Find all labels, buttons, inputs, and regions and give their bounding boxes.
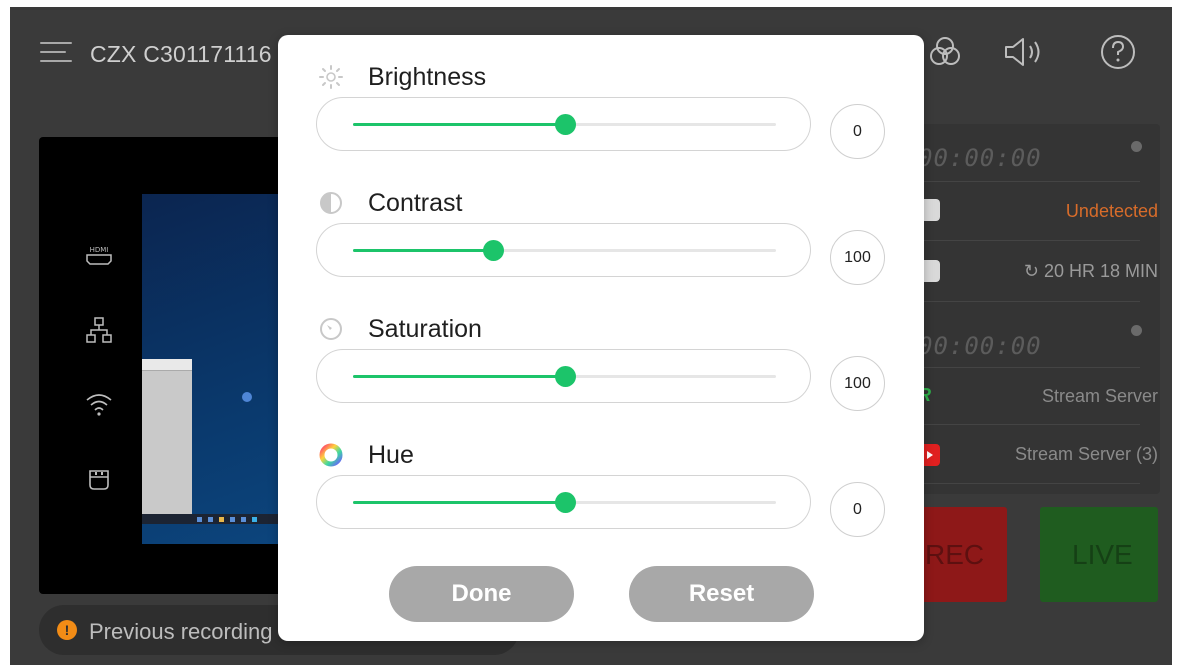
desktop-icon	[242, 392, 252, 402]
stream-server-row[interactable]: R Stream Server	[890, 367, 1158, 425]
hue-icon	[319, 443, 343, 467]
saturation-slider-track[interactable]	[353, 366, 776, 387]
usb-icon[interactable]	[84, 463, 114, 493]
sync-icon: ↻	[1023, 261, 1039, 281]
brightness-icon	[319, 65, 343, 89]
wifi-icon[interactable]	[84, 389, 114, 419]
contrast-slider-thumb[interactable]	[482, 240, 504, 261]
record-timer: 00:00:00	[918, 144, 1042, 172]
live-button[interactable]: LIVE	[1040, 507, 1158, 602]
brightness-slider[interactable]	[316, 97, 811, 151]
desktop-window	[142, 359, 192, 524]
hue-control: Hue 0	[278, 440, 924, 555]
stream-indicator-dot	[1131, 325, 1142, 336]
status-panel: 00:00:00 Undetected ↻ 20 HR 18 MIN 00:00…	[890, 124, 1160, 494]
saturation-slider-thumb[interactable]	[554, 366, 576, 387]
storage-status: Undetected	[1065, 201, 1158, 221]
saturation-slider-fill	[353, 375, 565, 378]
brightness-value: 0	[830, 104, 885, 159]
network-icon[interactable]	[84, 315, 114, 345]
remaining-time: ↻ 20 HR 18 MIN	[1023, 261, 1158, 281]
saturation-value: 100	[830, 356, 885, 411]
live-label: LIVE	[1072, 539, 1133, 570]
volume-icon[interactable]	[1002, 34, 1046, 70]
image-adjust-dialog: Brightness 0 Contrast 100 Saturation 100…	[278, 35, 924, 641]
contrast-icon	[320, 192, 342, 214]
svg-text:HDMI: HDMI	[90, 246, 109, 254]
contrast-slider-fill	[353, 249, 493, 252]
color-adjust-icon[interactable]	[927, 34, 963, 70]
app-root: CZX C301171116 HDMI 00:00:00 Undetected …	[0, 0, 1179, 665]
saturation-slider[interactable]	[316, 349, 811, 403]
hue-slider-thumb[interactable]	[554, 492, 576, 513]
hdmi-in-icon[interactable]: HDMI	[84, 242, 114, 272]
reset-button[interactable]: Reset	[629, 566, 814, 622]
stream-server-1: Stream Server	[1041, 386, 1158, 406]
saturation-control: Saturation 100	[278, 314, 924, 429]
brightness-label: Brightness	[368, 63, 487, 91]
record-indicator-dot	[1131, 141, 1142, 152]
hue-label: Hue	[368, 441, 414, 469]
brightness-slider-track[interactable]	[353, 114, 776, 135]
warning-icon: !	[57, 620, 77, 640]
saturation-label: Saturation	[368, 315, 482, 343]
brightness-slider-fill	[353, 123, 565, 126]
brightness-slider-thumb[interactable]	[554, 114, 576, 135]
hue-value: 0	[830, 482, 885, 537]
rec-label: REC	[925, 539, 985, 570]
help-icon[interactable]	[1100, 34, 1136, 70]
hue-slider[interactable]	[316, 475, 811, 529]
stream-timer: 00:00:00	[918, 332, 1042, 360]
storage-row[interactable]: Undetected	[890, 181, 1158, 241]
contrast-value: 100	[830, 230, 885, 285]
menu-icon[interactable]	[40, 40, 72, 64]
youtube-server-row[interactable]: Stream Server (3)	[890, 426, 1158, 484]
contrast-control: Contrast 100	[278, 188, 924, 303]
stream-server-2: Stream Server (3)	[1014, 444, 1158, 464]
brightness-control: Brightness 0	[278, 62, 924, 177]
contrast-slider[interactable]	[316, 223, 811, 277]
contrast-slider-track[interactable]	[353, 240, 776, 261]
saturation-icon	[320, 318, 342, 340]
device-name: CZX C301171116	[90, 41, 272, 67]
contrast-label: Contrast	[368, 189, 463, 217]
remaining-row[interactable]: ↻ 20 HR 18 MIN	[890, 242, 1158, 302]
hue-slider-track[interactable]	[353, 492, 776, 513]
hue-slider-fill	[353, 501, 565, 504]
done-button[interactable]: Done	[389, 566, 574, 622]
